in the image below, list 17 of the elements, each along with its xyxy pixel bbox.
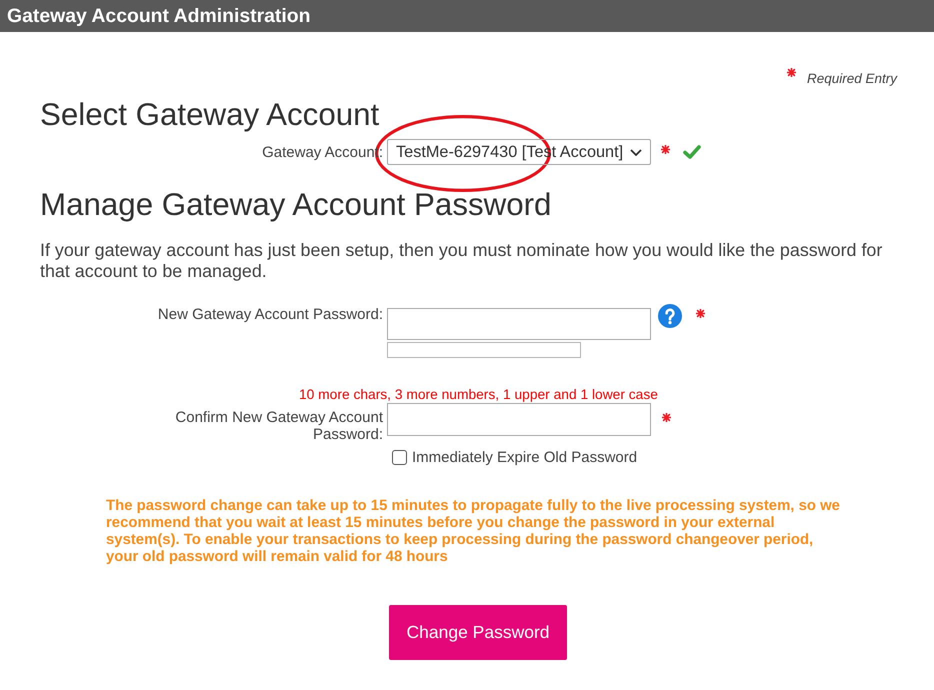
caret-icon [630, 148, 642, 156]
section-heading: Select Gateway Account [40, 99, 380, 131]
change-password-button[interactable]: Change Password [389, 605, 567, 660]
section-heading: Manage Gateway Account Password [40, 189, 552, 221]
required-entry-note: Required Entry [806, 71, 897, 87]
asterisk-icon [786, 68, 796, 77]
field-label: New Gateway Account Password: [156, 306, 383, 323]
checkbox[interactable] [392, 450, 407, 464]
password-input[interactable] [387, 308, 651, 340]
intro-text: If your gateway account has just been setup, then you must nominate how you would like the password for that account to be managed. [40, 240, 884, 282]
password-input[interactable] [387, 403, 651, 436]
page-title: Gateway Account Administration [7, 5, 310, 27]
field-label: Confirm New Gateway Account Password: [174, 409, 383, 443]
notice-text: The password change can take up to 15 minutes to propagate fully to the live processing system, so we recommend that you wait at least 15 minutes before you change the password in your external system(s). To enable your transactions to keep processing during the password changeover period, your old password will remain valid for 48 hours [106, 498, 841, 566]
checkbox-label[interactable]: Immediately Expire Old Password [412, 448, 638, 466]
validation-message: 10 more chars, 3 more numbers, 1 upper and 1 lower case [299, 386, 658, 403]
help-icon[interactable] [658, 304, 682, 328]
